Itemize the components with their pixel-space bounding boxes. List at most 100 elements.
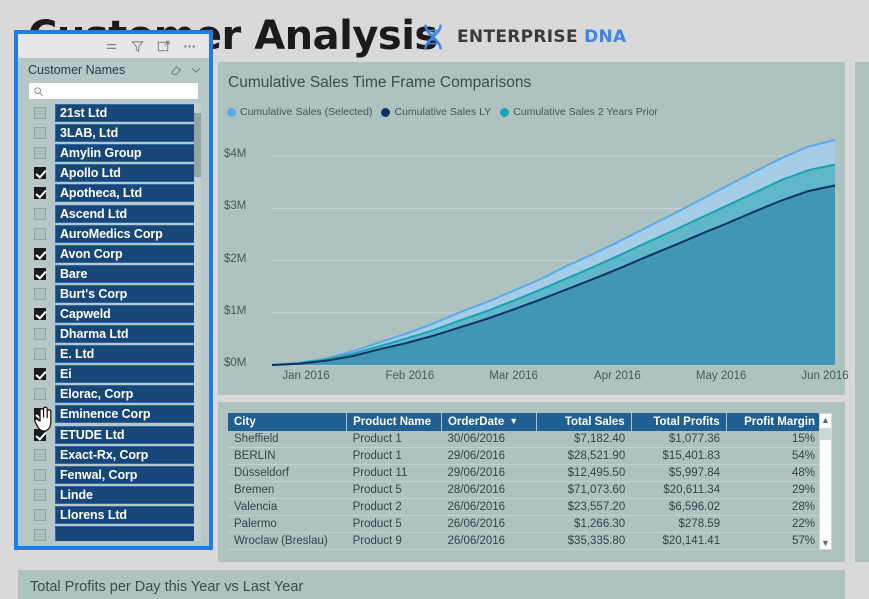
slicer-item[interactable]: Exact-Rx, Corp bbox=[24, 445, 201, 465]
slicer-item-checkbox[interactable] bbox=[34, 388, 46, 401]
slicer-item[interactable]: Burt's Corp bbox=[24, 284, 201, 304]
chevron-down-icon[interactable] bbox=[189, 63, 203, 77]
slicer-item[interactable]: Ascend Ltd bbox=[24, 203, 201, 223]
filter-icon[interactable] bbox=[130, 39, 145, 54]
y-axis-tick-label: $1M bbox=[224, 304, 247, 317]
table-row[interactable]: Valencia Product 2 26/06/2016 $23,557.20 $6,… bbox=[228, 498, 821, 516]
slicer-item[interactable]: E. Ltd bbox=[24, 344, 201, 364]
table-column-header[interactable]: Total Profits bbox=[631, 413, 727, 431]
slicer-item-pill[interactable]: Burt's Corp bbox=[55, 284, 195, 303]
slicer-item[interactable]: ETUDE Ltd bbox=[24, 425, 201, 445]
slicer-item-checkbox[interactable] bbox=[34, 529, 46, 541]
legend-entry[interactable]: Cumulative Sales (Selected) bbox=[227, 106, 372, 118]
slicer-item-label: Linde bbox=[60, 487, 93, 502]
table-scrollbar-thumb[interactable] bbox=[820, 428, 831, 440]
table-column-header[interactable]: Profit Margin bbox=[726, 413, 821, 431]
slicer-item-checkbox[interactable] bbox=[34, 348, 46, 361]
slicer-item[interactable]: 3LAB, Ltd bbox=[24, 123, 201, 143]
table-row[interactable]: Wroclaw (Breslau) Product 9 26/06/2016 $35,… bbox=[228, 532, 821, 550]
slicer-item-pill[interactable]: Ei bbox=[55, 365, 195, 384]
slicer-item[interactable]: Eminence Corp bbox=[24, 404, 201, 424]
slicer-item-checkbox[interactable] bbox=[34, 147, 46, 160]
slicer-item-pill[interactable]: Eminence Corp bbox=[55, 405, 195, 424]
slicer-item-checkbox[interactable] bbox=[34, 408, 46, 421]
slicer-item[interactable]: Llorens Ltd bbox=[24, 505, 201, 525]
slicer-item-pill[interactable]: Capweld bbox=[55, 304, 195, 323]
slicer-item-pill[interactable]: Apollo Ltd bbox=[55, 164, 195, 183]
slicer-item[interactable]: Apotheca, Ltd bbox=[24, 183, 201, 203]
slicer-item-pill[interactable]: ETUDE Ltd bbox=[55, 425, 195, 444]
slicer-item-pill[interactable]: AuroMedics Corp bbox=[55, 224, 195, 243]
slicer-item[interactable]: 21st Ltd bbox=[24, 103, 201, 123]
slicer-item-pill[interactable] bbox=[55, 526, 195, 541]
slicer-item-checkbox[interactable] bbox=[34, 328, 46, 341]
slicer-item-checkbox[interactable] bbox=[34, 508, 46, 521]
more-options-icon[interactable] bbox=[182, 39, 197, 54]
chevron-up-icon[interactable]: ▲ bbox=[821, 414, 830, 426]
table-row[interactable]: BERLIN Product 1 29/06/2016 $28,521.90 $15,4… bbox=[228, 447, 821, 465]
slicer-item-pill[interactable]: Fenwal, Corp bbox=[55, 465, 195, 484]
slicer-item-checkbox[interactable] bbox=[34, 368, 46, 381]
slicer-item-pill[interactable]: Avon Corp bbox=[55, 244, 195, 263]
slicer-scrollbar[interactable] bbox=[194, 103, 201, 541]
table-row[interactable]: Düsseldorf Product 11 29/06/2016 $12,495.50… bbox=[228, 464, 821, 482]
legend-entry[interactable]: Cumulative Sales LY bbox=[381, 106, 491, 118]
slicer-item[interactable]: Dharma Ltd bbox=[24, 324, 201, 344]
slicer-item[interactable]: Apollo Ltd bbox=[24, 163, 201, 183]
search-input[interactable] bbox=[44, 85, 198, 97]
slicer-item[interactable]: Linde bbox=[24, 485, 201, 505]
focus-mode-icon[interactable] bbox=[156, 39, 171, 54]
slicer-item-checkbox[interactable] bbox=[34, 247, 46, 260]
table-column-header[interactable]: City bbox=[228, 413, 348, 431]
slicer-item-checkbox[interactable] bbox=[34, 307, 46, 320]
table-column-header[interactable]: Product Name bbox=[346, 413, 442, 431]
slicer-item-checkbox[interactable] bbox=[34, 267, 46, 280]
list-icon[interactable] bbox=[104, 39, 119, 54]
slicer-item-pill[interactable]: Linde bbox=[55, 485, 195, 504]
slicer-item-pill[interactable]: E. Ltd bbox=[55, 345, 195, 364]
slicer-item[interactable]: Amylin Group bbox=[24, 143, 201, 163]
slicer-item-checkbox[interactable] bbox=[34, 107, 46, 120]
slicer-item[interactable]: AuroMedics Corp bbox=[24, 224, 201, 244]
chart-plot-area: $0M $1M $2M $3M $4M Jan 2016 Feb 2016 Mar 2016 A… bbox=[218, 124, 849, 395]
table-row[interactable]: Sheffield Product 1 30/06/2016 $7,182.40 $1,… bbox=[228, 431, 821, 448]
slicer-item-checkbox[interactable] bbox=[34, 468, 46, 481]
slicer-item-checkbox[interactable] bbox=[34, 167, 46, 180]
slicer-item-pill[interactable]: Ascend Ltd bbox=[55, 204, 195, 223]
slicer-item[interactable] bbox=[24, 525, 201, 541]
slicer-item-checkbox[interactable] bbox=[34, 127, 46, 140]
slicer-item-checkbox[interactable] bbox=[34, 428, 46, 441]
slicer-item-checkbox[interactable] bbox=[34, 207, 46, 220]
slicer-item[interactable]: Avon Corp bbox=[24, 244, 201, 264]
slicer-scrollbar-thumb[interactable] bbox=[194, 113, 201, 177]
slicer-item[interactable]: Bare bbox=[24, 264, 201, 284]
slicer-item-pill[interactable]: Llorens Ltd bbox=[55, 505, 195, 524]
slicer-item-pill[interactable]: Exact-Rx, Corp bbox=[55, 445, 195, 464]
slicer-item[interactable]: Capweld bbox=[24, 304, 201, 324]
eraser-icon[interactable] bbox=[169, 63, 183, 77]
table-row[interactable]: Bremen Product 5 28/06/2016 $71,073.60 $20,6… bbox=[228, 481, 821, 499]
slicer-item-pill[interactable]: Dharma Ltd bbox=[55, 325, 195, 344]
slicer-item-list[interactable]: 21st Ltd 3LAB, Ltd Amylin Group Apollo Ltd A… bbox=[24, 103, 201, 541]
legend-entry[interactable]: Cumulative Sales 2 Years Prior bbox=[500, 106, 658, 118]
slicer-item-pill[interactable]: 3LAB, Ltd bbox=[55, 124, 195, 143]
slicer-item-checkbox[interactable] bbox=[34, 227, 46, 240]
slicer-item-checkbox[interactable] bbox=[34, 287, 46, 300]
slicer-item-checkbox[interactable] bbox=[34, 448, 46, 461]
slicer-item[interactable]: Elorac, Corp bbox=[24, 384, 201, 404]
table-column-header[interactable]: Total Sales bbox=[536, 413, 632, 431]
table-column-header[interactable]: OrderDate ▼ bbox=[441, 413, 537, 431]
table-row[interactable]: Palermo Product 5 26/06/2016 $1,266.30 $278.… bbox=[228, 515, 821, 533]
slicer-item[interactable]: Fenwal, Corp bbox=[24, 465, 201, 485]
slicer-item-checkbox[interactable] bbox=[34, 187, 46, 200]
slicer-item-pill[interactable]: Apotheca, Ltd bbox=[55, 184, 195, 203]
slicer-search-box[interactable] bbox=[28, 82, 199, 100]
table-scrollbar[interactable]: ▲ ▼ bbox=[819, 413, 832, 550]
slicer-item-pill[interactable]: 21st Ltd bbox=[55, 104, 195, 123]
slicer-item-checkbox[interactable] bbox=[34, 488, 46, 501]
slicer-item-pill[interactable]: Amylin Group bbox=[55, 144, 195, 163]
chevron-down-icon[interactable]: ▼ bbox=[821, 537, 830, 549]
slicer-item-pill[interactable]: Elorac, Corp bbox=[55, 385, 195, 404]
slicer-item-pill[interactable]: Bare bbox=[55, 264, 195, 283]
slicer-item[interactable]: Ei bbox=[24, 364, 201, 384]
